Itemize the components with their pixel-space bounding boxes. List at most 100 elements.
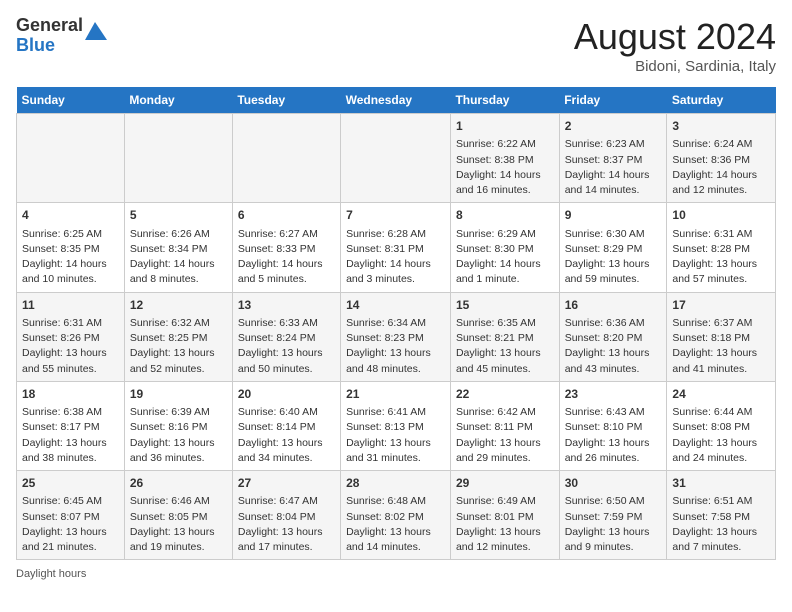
day-number: 3 [672, 118, 770, 135]
calendar-cell [232, 114, 340, 203]
calendar-table: SundayMondayTuesdayWednesdayThursdayFrid… [16, 87, 776, 560]
calendar-cell: 16Sunrise: 6:36 AM Sunset: 8:20 PM Dayli… [559, 292, 667, 381]
day-info: Sunrise: 6:48 AM Sunset: 8:02 PM Dayligh… [346, 495, 431, 553]
day-number: 27 [238, 475, 335, 492]
calendar-header: SundayMondayTuesdayWednesdayThursdayFrid… [17, 87, 776, 114]
calendar-cell: 5Sunrise: 6:26 AM Sunset: 8:34 PM Daylig… [124, 203, 232, 292]
day-header: Monday [124, 87, 232, 114]
day-number: 13 [238, 297, 335, 314]
day-number: 26 [130, 475, 227, 492]
day-info: Sunrise: 6:46 AM Sunset: 8:05 PM Dayligh… [130, 495, 215, 553]
day-info: Sunrise: 6:42 AM Sunset: 8:11 PM Dayligh… [456, 406, 541, 464]
day-number: 9 [565, 207, 662, 224]
day-info: Sunrise: 6:23 AM Sunset: 8:37 PM Dayligh… [565, 138, 650, 196]
title-block: August 2024 Bidoni, Sardinia, Italy [574, 16, 776, 75]
calendar-cell: 17Sunrise: 6:37 AM Sunset: 8:18 PM Dayli… [667, 292, 776, 381]
calendar-body: 1 Sunrise: 6:22 AM Sunset: 8:38 PM Daylig… [17, 114, 776, 560]
calendar-cell: 31 Sunrise: 6:51 AM Sunset: 7:58 PM Dayli… [667, 471, 776, 560]
calendar-cell: 8 Sunrise: 6:29 AM Sunset: 8:30 PM Daylig… [450, 203, 559, 292]
day-header: Saturday [667, 87, 776, 114]
calendar-cell: 10 Sunrise: 6:31 AM Sunset: 8:28 PM Dayli… [667, 203, 776, 292]
calendar-cell: 30Sunrise: 6:50 AM Sunset: 7:59 PM Dayli… [559, 471, 667, 560]
day-header: Tuesday [232, 87, 340, 114]
calendar-week: 11 Sunrise: 6:31 AM Sunset: 8:26 PM Dayli… [17, 292, 776, 381]
day-info: Sunrise: 6:41 AM Sunset: 8:13 PM Dayligh… [346, 406, 431, 464]
day-number: 1 [456, 118, 554, 135]
calendar-week: 18 Sunrise: 6:38 AM Sunset: 8:17 PM Dayli… [17, 381, 776, 470]
calendar-cell: 2 Sunrise: 6:23 AM Sunset: 8:37 PM Daylig… [559, 114, 667, 203]
day-info: Sunrise: 6:30 AM Sunset: 8:29 PM Dayligh… [565, 228, 650, 286]
day-number: 21 [346, 386, 445, 403]
calendar-cell [341, 114, 451, 203]
day-number: 8 [456, 207, 554, 224]
page-header: General Blue August 2024 Bidoni, Sardini… [16, 16, 776, 75]
daylight-label: Daylight hours [16, 568, 86, 580]
day-number: 19 [130, 386, 227, 403]
calendar-cell: 1 Sunrise: 6:22 AM Sunset: 8:38 PM Daylig… [450, 114, 559, 203]
day-info: Sunrise: 6:29 AM Sunset: 8:30 PM Dayligh… [456, 228, 541, 286]
day-number: 12 [130, 297, 227, 314]
day-number: 6 [238, 207, 335, 224]
day-info: Sunrise: 6:45 AM Sunset: 8:07 PM Dayligh… [22, 495, 107, 553]
calendar-cell: 6Sunrise: 6:27 AM Sunset: 8:33 PM Daylig… [232, 203, 340, 292]
day-info: Sunrise: 6:51 AM Sunset: 7:58 PM Dayligh… [672, 495, 757, 553]
day-info: Sunrise: 6:22 AM Sunset: 8:38 PM Dayligh… [456, 138, 541, 196]
day-header: Sunday [17, 87, 125, 114]
day-number: 20 [238, 386, 335, 403]
day-number: 7 [346, 207, 445, 224]
calendar-cell: 13 Sunrise: 6:33 AM Sunset: 8:24 PM Dayli… [232, 292, 340, 381]
day-info: Sunrise: 6:32 AM Sunset: 8:25 PM Dayligh… [130, 317, 215, 375]
day-number: 15 [456, 297, 554, 314]
day-info: Sunrise: 6:49 AM Sunset: 8:01 PM Dayligh… [456, 495, 541, 553]
calendar-cell: 20 Sunrise: 6:40 AM Sunset: 8:14 PM Dayli… [232, 381, 340, 470]
calendar-cell: 14Sunrise: 6:34 AM Sunset: 8:23 PM Dayli… [341, 292, 451, 381]
logo: General Blue [16, 16, 107, 56]
calendar-cell: 12 Sunrise: 6:32 AM Sunset: 8:25 PM Dayli… [124, 292, 232, 381]
calendar-cell: 22 Sunrise: 6:42 AM Sunset: 8:11 PM Dayli… [450, 381, 559, 470]
month-year: August 2024 [574, 16, 776, 58]
day-number: 31 [672, 475, 770, 492]
day-info: Sunrise: 6:40 AM Sunset: 8:14 PM Dayligh… [238, 406, 323, 464]
day-info: Sunrise: 6:36 AM Sunset: 8:20 PM Dayligh… [565, 317, 650, 375]
calendar-cell: 4Sunrise: 6:25 AM Sunset: 8:35 PM Daylig… [17, 203, 125, 292]
day-number: 11 [22, 297, 119, 314]
day-number: 17 [672, 297, 770, 314]
day-number: 22 [456, 386, 554, 403]
day-info: Sunrise: 6:38 AM Sunset: 8:17 PM Dayligh… [22, 406, 107, 464]
day-number: 2 [565, 118, 662, 135]
day-info: Sunrise: 6:25 AM Sunset: 8:35 PM Dayligh… [22, 228, 107, 286]
day-info: Sunrise: 6:31 AM Sunset: 8:26 PM Dayligh… [22, 317, 107, 375]
calendar-cell: 24Sunrise: 6:44 AM Sunset: 8:08 PM Dayli… [667, 381, 776, 470]
day-info: Sunrise: 6:47 AM Sunset: 8:04 PM Dayligh… [238, 495, 323, 553]
calendar-cell [124, 114, 232, 203]
calendar-cell: 18 Sunrise: 6:38 AM Sunset: 8:17 PM Dayli… [17, 381, 125, 470]
day-number: 10 [672, 207, 770, 224]
day-number: 18 [22, 386, 119, 403]
calendar-cell [17, 114, 125, 203]
day-number: 23 [565, 386, 662, 403]
day-number: 14 [346, 297, 445, 314]
day-info: Sunrise: 6:50 AM Sunset: 7:59 PM Dayligh… [565, 495, 650, 553]
day-info: Sunrise: 6:31 AM Sunset: 8:28 PM Dayligh… [672, 228, 757, 286]
calendar-week: 4Sunrise: 6:25 AM Sunset: 8:35 PM Daylig… [17, 203, 776, 292]
calendar-cell: 7 Sunrise: 6:28 AM Sunset: 8:31 PM Daylig… [341, 203, 451, 292]
calendar-week: 1 Sunrise: 6:22 AM Sunset: 8:38 PM Daylig… [17, 114, 776, 203]
day-info: Sunrise: 6:26 AM Sunset: 8:34 PM Dayligh… [130, 228, 215, 286]
day-info: Sunrise: 6:28 AM Sunset: 8:31 PM Dayligh… [346, 228, 431, 286]
day-header: Thursday [450, 87, 559, 114]
calendar-cell: 27 Sunrise: 6:47 AM Sunset: 8:04 PM Dayli… [232, 471, 340, 560]
calendar-cell: 19Sunrise: 6:39 AM Sunset: 8:16 PM Dayli… [124, 381, 232, 470]
day-info: Sunrise: 6:33 AM Sunset: 8:24 PM Dayligh… [238, 317, 323, 375]
calendar-cell: 26 Sunrise: 6:46 AM Sunset: 8:05 PM Dayli… [124, 471, 232, 560]
calendar-cell: 23Sunrise: 6:43 AM Sunset: 8:10 PM Dayli… [559, 381, 667, 470]
calendar-cell: 21 Sunrise: 6:41 AM Sunset: 8:13 PM Dayli… [341, 381, 451, 470]
calendar-cell: 15Sunrise: 6:35 AM Sunset: 8:21 PM Dayli… [450, 292, 559, 381]
calendar-cell: 11 Sunrise: 6:31 AM Sunset: 8:26 PM Dayli… [17, 292, 125, 381]
footer: Daylight hours [16, 568, 776, 580]
logo-text: General Blue [16, 16, 83, 56]
day-number: 24 [672, 386, 770, 403]
day-number: 25 [22, 475, 119, 492]
calendar-cell: 29Sunrise: 6:49 AM Sunset: 8:01 PM Dayli… [450, 471, 559, 560]
calendar-cell: 9 Sunrise: 6:30 AM Sunset: 8:29 PM Daylig… [559, 203, 667, 292]
calendar-cell: 25 Sunrise: 6:45 AM Sunset: 8:07 PM Dayli… [17, 471, 125, 560]
